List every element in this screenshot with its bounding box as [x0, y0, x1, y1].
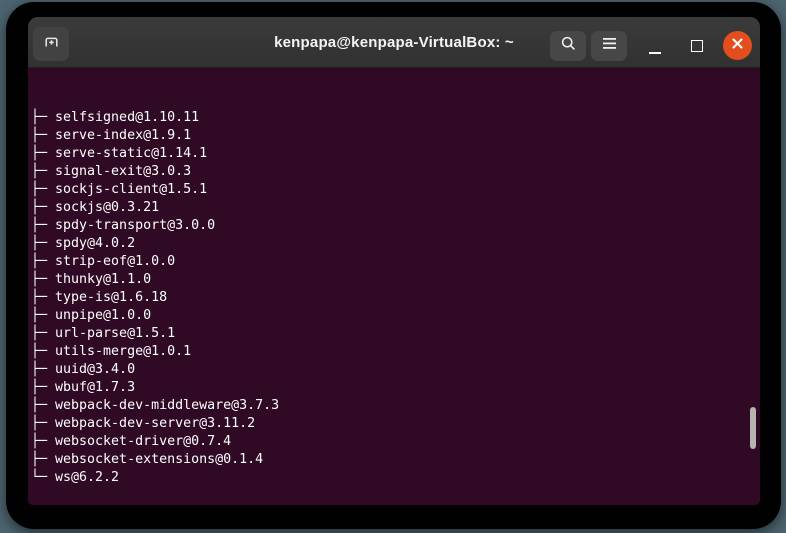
package-line: ├─ strip-eof@1.0.0	[31, 254, 176, 269]
terminal-window: kenpapa@kenpapa-VirtualBox: ~ ├─ selfsig…	[28, 17, 760, 505]
package-line: ├─ wbuf@1.7.3	[31, 380, 136, 395]
package-list: ├─ selfsigned@1.10.11 ├─ serve-index@1.9.…	[31, 109, 760, 487]
search-button[interactable]	[550, 31, 586, 61]
package-line: ├─ spdy-transport@3.0.0	[31, 218, 216, 233]
menu-button[interactable]	[591, 31, 627, 61]
minimize-icon	[649, 52, 661, 54]
package-line: ├─ uuid@3.4.0	[31, 362, 136, 377]
desktop-backdrop: { "window": { "titlebar": { "title": "ke…	[0, 0, 786, 533]
package-line: ├─ serve-static@1.14.1	[31, 146, 208, 161]
package-line: ├─ websocket-extensions@0.1.4	[31, 452, 264, 467]
package-line: ├─ webpack-dev-middleware@3.7.3	[31, 398, 280, 413]
package-line: ├─ utils-merge@1.0.1	[31, 344, 192, 359]
minimize-button[interactable]	[642, 31, 668, 61]
maximize-button[interactable]	[684, 31, 710, 61]
close-button[interactable]	[723, 31, 752, 60]
package-line: ├─ type-is@1.6.18	[31, 290, 168, 305]
package-line: ├─ unpipe@1.0.0	[31, 308, 152, 323]
search-icon	[560, 35, 577, 57]
package-line: ├─ thunky@1.1.0	[31, 272, 152, 287]
maximize-icon	[691, 40, 703, 52]
package-line: ├─ url-parse@1.5.1	[31, 326, 176, 341]
package-line: ├─ sockjs-client@1.5.1	[31, 182, 208, 197]
package-line: ├─ sockjs@0.3.21	[31, 200, 160, 215]
terminal-content[interactable]: ├─ selfsigned@1.10.11 ├─ serve-index@1.9.…	[28, 69, 760, 505]
package-line: └─ ws@6.2.2	[31, 470, 120, 485]
package-line: ├─ websocket-driver@0.7.4	[31, 434, 232, 449]
package-line: ├─ serve-index@1.9.1	[31, 128, 192, 143]
new-tab-icon	[43, 33, 60, 55]
package-line: ├─ signal-exit@3.0.3	[31, 164, 192, 179]
package-line: ├─ selfsigned@1.10.11	[31, 110, 200, 125]
new-tab-button[interactable]	[33, 27, 69, 61]
titlebar[interactable]: kenpapa@kenpapa-VirtualBox: ~	[28, 17, 760, 68]
hamburger-menu-icon	[602, 37, 617, 55]
package-line: ├─ spdy@4.0.2	[31, 236, 136, 251]
scrollbar-thumb[interactable]	[750, 407, 756, 449]
close-icon	[730, 36, 745, 56]
package-line: ├─ webpack-dev-server@3.11.2	[31, 416, 256, 431]
